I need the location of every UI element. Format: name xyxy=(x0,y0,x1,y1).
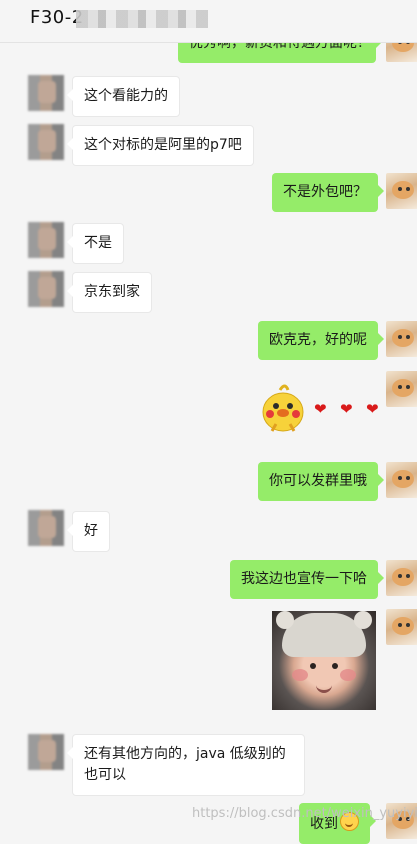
heart-icon: ❤ xyxy=(314,400,327,418)
photo-ear xyxy=(276,611,294,629)
message-bubble-received[interactable]: 还有其他方向的，java 低级别的也可以 xyxy=(67,734,305,796)
contact-avatar[interactable] xyxy=(28,510,64,546)
heart-icon: ❤ xyxy=(340,400,353,418)
my-avatar[interactable] xyxy=(386,371,417,407)
chick-sticker[interactable] xyxy=(258,380,308,432)
baby-photo[interactable] xyxy=(272,611,376,710)
message-bubble-received[interactable]: 好 xyxy=(67,511,110,552)
message-bubble-sent[interactable]: 欧克克，好的呢 xyxy=(258,321,384,360)
contact-avatar[interactable] xyxy=(28,734,64,770)
contact-avatar[interactable] xyxy=(28,222,64,258)
message-bubble-sent[interactable]: 你可以发群里哦 xyxy=(258,462,384,501)
message-bubble-received[interactable]: 京东到家 xyxy=(67,272,152,313)
my-avatar[interactable] xyxy=(386,321,417,357)
photo-eye xyxy=(332,663,338,669)
photo-mouth xyxy=(316,683,332,693)
chat-header: F30-2 xyxy=(0,0,417,43)
my-avatar[interactable] xyxy=(386,560,417,596)
my-avatar[interactable] xyxy=(386,462,417,498)
message-bubble-sent[interactable]: 我这边也宣传一下哈 xyxy=(230,560,384,599)
photo-eye xyxy=(310,663,316,669)
photo-cheek xyxy=(292,669,308,681)
title-blur-mask xyxy=(76,10,208,28)
message-bubble-received[interactable]: 不是 xyxy=(67,223,124,264)
message-bubble-received[interactable]: 这个对标的是阿里的p7吧 xyxy=(67,125,254,166)
heart-icon: ❤ xyxy=(366,400,379,418)
watermark: https://blog.csdn.net/weixin_yuyiyin xyxy=(192,806,417,821)
photo-ear xyxy=(354,611,372,629)
contact-avatar[interactable] xyxy=(28,271,64,307)
message-bubble-sent[interactable]: 不是外包吧？ xyxy=(272,173,384,212)
my-avatar[interactable] xyxy=(386,173,417,209)
my-avatar[interactable] xyxy=(386,609,417,645)
contact-avatar[interactable] xyxy=(28,75,64,111)
contact-avatar[interactable] xyxy=(28,124,64,160)
photo-cheek xyxy=(340,669,356,681)
message-bubble-received[interactable]: 这个看能力的 xyxy=(67,76,180,117)
